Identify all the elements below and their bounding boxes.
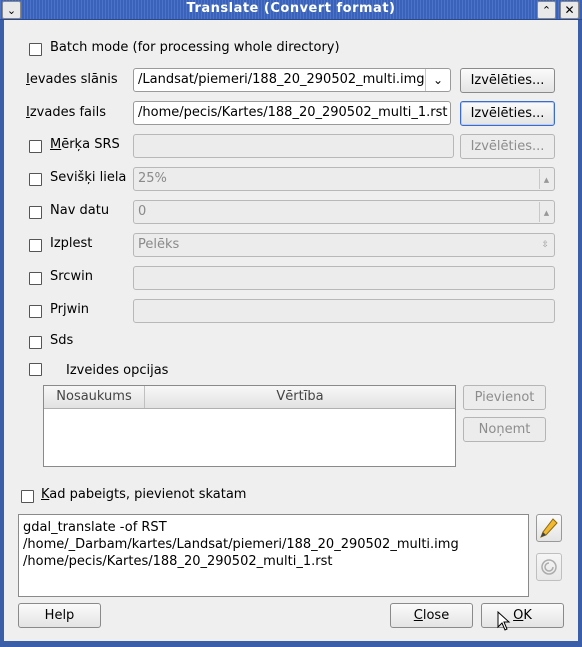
- resize-spin-arrows[interactable]: ▲▼: [539, 169, 553, 189]
- close-window-button[interactable]: ✕: [560, 1, 579, 19]
- input-layer-combobox[interactable]: /Landsat/piemeri/188_20_290502_multi.img…: [133, 68, 451, 92]
- batch-mode-checkbox[interactable]: [29, 43, 42, 56]
- column-header-value[interactable]: Vērtība: [145, 386, 455, 408]
- input-layer-browse-button[interactable]: Izvēlēties...: [460, 68, 555, 93]
- updown-icon: ⇳: [541, 240, 549, 250]
- creation-options-table[interactable]: Nosaukums Vērtība: [43, 385, 456, 467]
- sds-label: Sds: [50, 333, 74, 348]
- edit-command-button[interactable]: [536, 514, 562, 542]
- no-data-checkbox[interactable]: [29, 206, 42, 219]
- no-data-value: 0: [138, 204, 147, 219]
- reset-command-button[interactable]: [536, 553, 562, 581]
- prjwin-checkbox[interactable]: [29, 305, 42, 318]
- output-file-browse-button[interactable]: Izvēlēties...: [460, 101, 555, 126]
- srcwin-checkbox[interactable]: [29, 272, 42, 285]
- title-bar[interactable]: ⌄ Translate (Convert format) ⌃ ✕: [0, 0, 582, 20]
- resize-spinbox[interactable]: 25% ▲▼: [133, 167, 555, 191]
- srcwin-input[interactable]: [133, 266, 555, 290]
- prjwin-label: Prjwin: [50, 302, 90, 317]
- expand-label: Izplest: [50, 236, 93, 251]
- expand-checkbox[interactable]: [29, 239, 42, 252]
- window-title: Translate (Convert format): [186, 1, 396, 16]
- column-header-name[interactable]: Nosaukums: [44, 386, 145, 408]
- command-text[interactable]: gdal_translate -of RST /home/_Darbam/kar…: [18, 514, 529, 597]
- resize-value: 25%: [138, 171, 167, 186]
- target-srs-input[interactable]: [133, 134, 454, 158]
- resize-label: Sevišķi liela: [50, 170, 127, 185]
- window-bottom-frame: [0, 641, 582, 647]
- target-srs-browse-button[interactable]: Izvēlēties...: [460, 134, 555, 159]
- no-data-spin-arrows[interactable]: ▲▼: [539, 202, 553, 222]
- dialog-body: Batch mode (for processing whole directo…: [4, 20, 578, 641]
- help-button[interactable]: Help: [18, 603, 101, 628]
- creation-options-checkbox[interactable]: [29, 363, 42, 376]
- command-line-2: /home/_Darbam/kartes/Landsat/piemeri/188…: [23, 537, 459, 552]
- expand-combobox[interactable]: Pelēks ⇳: [133, 233, 555, 257]
- srcwin-label: Srcwin: [50, 269, 93, 284]
- close-icon: ✕: [564, 3, 575, 17]
- pencil-icon: [540, 518, 558, 538]
- chevron-up-icon: ⌃: [541, 3, 552, 17]
- load-when-finished-label: Kad pabeigts, pievienot skatam: [41, 487, 247, 502]
- no-data-spinbox[interactable]: 0 ▲▼: [133, 200, 555, 224]
- mouse-cursor-icon: [497, 611, 511, 631]
- reset-icon: [541, 559, 557, 575]
- ok-button[interactable]: OK: [481, 603, 564, 628]
- batch-mode-label: Batch mode (for processing whole directo…: [50, 40, 340, 55]
- target-srs-checkbox[interactable]: [29, 140, 42, 153]
- output-file-label: Izvades fails: [26, 105, 107, 120]
- expand-value: Pelēks: [138, 237, 180, 252]
- creation-options-label: Izveides opcijas: [66, 363, 169, 378]
- close-button[interactable]: Close: [390, 603, 473, 628]
- input-layer-label: Ievades slānis: [26, 72, 118, 87]
- input-layer-value: /Landsat/piemeri/188_20_290502_multi.img: [138, 72, 425, 87]
- output-file-input[interactable]: /home/pecis/Kartes/188_20_290502_multi_1…: [133, 101, 451, 125]
- chevron-down-icon[interactable]: ⌄: [425, 69, 450, 91]
- table-header: Nosaukums Vērtība: [44, 386, 455, 409]
- sds-checkbox[interactable]: [29, 336, 42, 349]
- remove-option-button[interactable]: Noņemt: [463, 417, 546, 442]
- command-line-1: gdal_translate -of RST: [23, 520, 167, 535]
- load-when-finished-checkbox[interactable]: [21, 490, 34, 503]
- no-data-label: Nav datu: [50, 203, 110, 218]
- prjwin-input[interactable]: [133, 299, 555, 323]
- add-option-button[interactable]: Pievienot: [463, 385, 546, 410]
- command-line-3: /home/pecis/Kartes/188_20_290502_multi_1…: [23, 554, 333, 569]
- target-srs-label: Mērķa SRS: [50, 137, 120, 152]
- shade-button[interactable]: ⌃: [537, 1, 556, 19]
- resize-checkbox[interactable]: [29, 173, 42, 186]
